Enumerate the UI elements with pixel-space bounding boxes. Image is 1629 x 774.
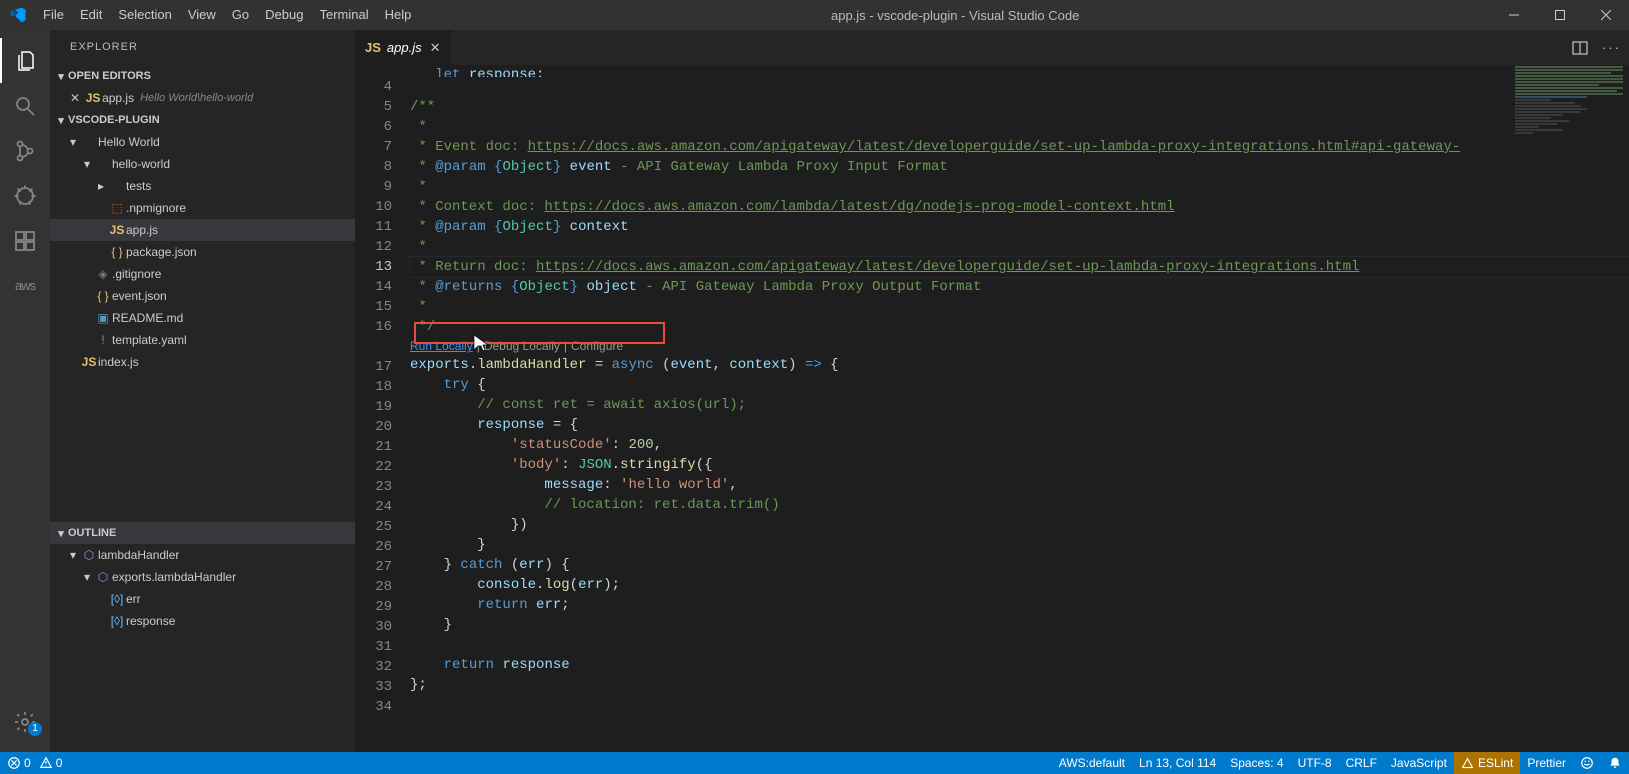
tree-item[interactable]: ! template.yaml xyxy=(50,329,355,351)
maximize-icon[interactable] xyxy=(1537,0,1583,30)
tree-item[interactable]: [◊] err xyxy=(50,588,355,610)
minimap[interactable] xyxy=(1509,65,1629,215)
menu-edit[interactable]: Edit xyxy=(72,0,110,30)
activity-settings-icon[interactable]: 1 xyxy=(0,699,50,744)
tree-item[interactable]: { } package.json xyxy=(50,241,355,263)
tree-item[interactable]: ▾ Hello World xyxy=(50,131,355,153)
codelens-actions: Run Locally| Debug Locally| Configure xyxy=(410,337,1629,355)
menu-terminal[interactable]: Terminal xyxy=(311,0,376,30)
sidebar-title: EXPLORER xyxy=(50,30,355,65)
codelens-configure[interactable]: Configure xyxy=(571,336,623,356)
explorer-sidebar: EXPLORER ▾OPEN EDITORS ✕ JS app.js Hello… xyxy=(50,30,355,752)
tree-item[interactable]: { } event.json xyxy=(50,285,355,307)
menu-selection[interactable]: Selection xyxy=(110,0,179,30)
activity-aws-icon[interactable]: aws xyxy=(0,263,50,308)
menu-go[interactable]: Go xyxy=(224,0,257,30)
split-editor-icon[interactable] xyxy=(1572,40,1588,56)
more-actions-icon[interactable]: ··· xyxy=(1602,40,1621,55)
section-open-editors[interactable]: ▾OPEN EDITORS xyxy=(50,65,355,87)
activity-debug-icon[interactable] xyxy=(0,173,50,218)
title-bar: File Edit Selection View Go Debug Termin… xyxy=(0,0,1629,30)
status-language[interactable]: JavaScript xyxy=(1384,752,1454,774)
window-title: app.js - vscode-plugin - Visual Studio C… xyxy=(419,8,1491,23)
tree-item[interactable]: ▣ README.md xyxy=(50,307,355,329)
status-notifications-icon[interactable] xyxy=(1601,752,1629,774)
tab-app-js[interactable]: JS app.js ✕ xyxy=(355,30,452,65)
status-problems[interactable]: 0 0 xyxy=(0,752,69,774)
codelens-debug-locally[interactable]: Debug Locally xyxy=(484,336,560,356)
tree-item[interactable]: ▸ tests xyxy=(50,175,355,197)
status-bar: 0 0 AWS:default Ln 13, Col 114 Spaces: 4… xyxy=(0,752,1629,774)
tree-item[interactable]: ▾ ⬡ exports.lambdaHandler xyxy=(50,566,355,588)
activity-source-control-icon[interactable] xyxy=(0,128,50,173)
activity-search-icon[interactable] xyxy=(0,83,50,128)
tree-item[interactable]: ▾ ⬡ lambdaHandler xyxy=(50,544,355,566)
menu-view[interactable]: View xyxy=(180,0,224,30)
tab-close-icon[interactable]: ✕ xyxy=(430,40,441,56)
status-eslint[interactable]: ESLint xyxy=(1454,752,1520,774)
status-aws[interactable]: AWS:default xyxy=(1052,752,1132,774)
js-file-icon: JS xyxy=(84,91,102,105)
tree-item[interactable]: ▾ hello-world xyxy=(50,153,355,175)
menu-help[interactable]: Help xyxy=(377,0,420,30)
status-feedback-icon[interactable] xyxy=(1573,752,1601,774)
tab-label: app.js xyxy=(387,40,422,55)
minimize-icon[interactable] xyxy=(1491,0,1537,30)
vscode-logo-icon xyxy=(0,6,35,24)
open-editor-item[interactable]: ✕ JS app.js Hello World\hello-world xyxy=(50,87,355,109)
close-icon[interactable]: ✕ xyxy=(70,91,80,105)
status-cursor-position[interactable]: Ln 13, Col 114 xyxy=(1132,752,1223,774)
activity-explorer-icon[interactable] xyxy=(0,38,50,83)
status-prettier[interactable]: Prettier xyxy=(1520,752,1573,774)
status-encoding[interactable]: UTF-8 xyxy=(1291,752,1339,774)
activity-bar: aws 1 xyxy=(0,30,50,752)
editor-area: JS app.js ✕ ··· 456789101112131415161718… xyxy=(355,30,1629,752)
tree-item[interactable]: [◊] response xyxy=(50,610,355,632)
js-file-icon: JS xyxy=(365,40,381,55)
menu-bar: File Edit Selection View Go Debug Termin… xyxy=(35,0,419,30)
close-icon[interactable] xyxy=(1583,0,1629,30)
section-project[interactable]: ▾VSCODE-PLUGIN xyxy=(50,109,355,131)
tree-item[interactable]: JS app.js xyxy=(50,219,355,241)
status-indentation[interactable]: Spaces: 4 xyxy=(1223,752,1290,774)
status-eol[interactable]: CRLF xyxy=(1339,752,1384,774)
codelens-run-locally[interactable]: Run Locally xyxy=(410,336,473,356)
activity-extensions-icon[interactable] xyxy=(0,218,50,263)
code-editor[interactable]: 4567891011121314151617181920212223242526… xyxy=(355,65,1629,752)
tree-item[interactable]: ⬚ .npmignore xyxy=(50,197,355,219)
section-outline[interactable]: ▾OUTLINE xyxy=(50,522,355,544)
settings-badge: 1 xyxy=(28,722,42,736)
menu-file[interactable]: File xyxy=(35,0,72,30)
tree-item[interactable]: ◈ .gitignore xyxy=(50,263,355,285)
menu-debug[interactable]: Debug xyxy=(257,0,311,30)
editor-tabs: JS app.js ✕ ··· xyxy=(355,30,1629,65)
tree-item[interactable]: JS index.js xyxy=(50,351,355,373)
